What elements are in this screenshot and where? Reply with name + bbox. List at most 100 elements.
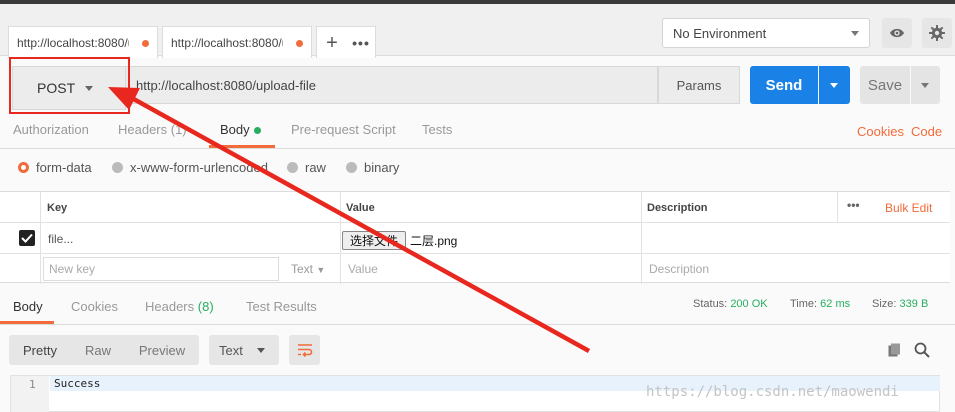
radio-unselected-icon: [346, 162, 357, 173]
value-column-header: Value: [346, 202, 375, 214]
size-value: 339 B: [899, 298, 929, 310]
radio-unselected-icon: [112, 162, 123, 173]
status-value: 200 OK: [730, 298, 768, 310]
environment-select-value: No Environment: [673, 25, 767, 41]
code-link[interactable]: Code: [911, 124, 942, 139]
search-icon[interactable]: [914, 342, 930, 361]
new-description-input[interactable]: Description: [649, 262, 709, 276]
send-options-chevron-icon[interactable]: [819, 66, 850, 104]
format-select-value: Text: [219, 342, 243, 358]
time-value: 62 ms: [820, 298, 851, 310]
params-button[interactable]: Params: [658, 66, 740, 104]
bulk-edit-link[interactable]: Bulk Edit: [885, 201, 932, 215]
save-button[interactable]: Save: [860, 66, 910, 104]
unsaved-dot-icon: [142, 40, 149, 47]
annotation-highlight-box: [9, 57, 130, 114]
body-indicator-dot-icon: [253, 127, 261, 135]
environment-select[interactable]: No Environment: [662, 18, 870, 48]
new-tab-plus-icon[interactable]: +: [317, 28, 347, 58]
radio-label: raw: [305, 160, 326, 175]
environment-quick-look-button[interactable]: [882, 18, 912, 48]
request-tab-label: http://localhost:8080/upload-file: [17, 35, 129, 50]
checkmark-icon: [21, 233, 33, 243]
chevron-down-icon: [257, 348, 265, 353]
eye-icon: [890, 28, 904, 38]
choose-file-button[interactable]: 选择文件: [342, 231, 406, 250]
radio-label: binary: [364, 160, 400, 175]
tabs-row: http://localhost:8080/upload-file http:/…: [0, 4, 955, 58]
response-body-text: Success: [54, 377, 101, 390]
chevron-down-icon: ▼: [316, 265, 326, 275]
time-info: Time: 62 ms: [790, 298, 850, 310]
tab-headers[interactable]: Headers (1): [118, 122, 187, 137]
send-button[interactable]: Send: [750, 66, 818, 104]
radio-label: form-data: [36, 160, 92, 175]
response-tab-headers[interactable]: Headers (8): [145, 299, 214, 314]
radio-binary[interactable]: binary: [346, 160, 399, 175]
wrap-lines-button[interactable]: [289, 335, 320, 365]
request-tab-label: http://localhost:8080/upload-file: [171, 35, 283, 50]
time-label: Time:: [790, 298, 818, 310]
search-icon-svg: [914, 342, 930, 358]
format-select[interactable]: Text: [209, 335, 279, 365]
status-info: Status: 200 OK: [693, 298, 768, 310]
radio-unselected-icon: [287, 162, 298, 173]
view-preview-button[interactable]: Preview: [125, 335, 199, 365]
watermark: https://blog.csdn.net/maowendi: [646, 384, 899, 400]
copy-icon[interactable]: [888, 343, 902, 360]
tab-authorization[interactable]: Authorization: [13, 122, 89, 137]
row-divider: [0, 253, 950, 254]
response-tab-headers-label: Headers: [145, 299, 195, 314]
column-divider: [40, 192, 41, 284]
size-info: Size: 339 B: [872, 298, 928, 310]
row-key-value[interactable]: file...: [48, 232, 73, 246]
copy-icon-svg: [888, 343, 900, 357]
line-number: 1: [29, 378, 36, 391]
radio-raw[interactable]: raw: [287, 160, 326, 175]
size-label: Size:: [872, 298, 897, 310]
radio-label: x-www-form-urlencoded: [130, 160, 268, 175]
new-key-input[interactable]: New key: [43, 257, 279, 281]
more-tabs-icon[interactable]: •••: [347, 35, 375, 51]
tab-actions: + •••: [316, 26, 376, 58]
tab-pre-request-script[interactable]: Pre-request Script: [291, 122, 396, 137]
radio-x-www-form-urlencoded[interactable]: x-www-form-urlencoded: [112, 160, 268, 175]
url-input[interactable]: http://localhost:8080/upload-file: [126, 66, 658, 104]
tab-tests[interactable]: Tests: [422, 122, 452, 137]
response-tab-test-results[interactable]: Test Results: [246, 299, 317, 314]
row-divider: [0, 222, 950, 223]
type-select-value: Text: [291, 262, 314, 276]
divider: [0, 148, 955, 149]
column-divider: [837, 192, 838, 222]
chevron-down-icon: [851, 31, 859, 36]
wrap-lines-icon: [297, 344, 312, 357]
url-value: http://localhost:8080/upload-file: [136, 77, 316, 93]
settings-button[interactable]: [922, 18, 952, 48]
request-tab-1[interactable]: http://localhost:8080/upload-file: [8, 26, 158, 58]
key-column-header: Key: [47, 202, 68, 214]
selected-file-name: 二层.png: [410, 234, 458, 248]
gear-icon: [929, 25, 945, 41]
radio-form-data[interactable]: form-data: [18, 160, 92, 175]
response-tab-body[interactable]: Body: [13, 299, 43, 314]
type-select[interactable]: Text ▼: [291, 262, 325, 276]
divider: [0, 324, 955, 325]
tab-body-label: Body: [220, 122, 250, 137]
view-raw-button[interactable]: Raw: [71, 335, 125, 365]
view-pretty-button[interactable]: Pretty: [9, 335, 71, 365]
status-label: Status:: [693, 298, 728, 310]
save-options-chevron-icon[interactable]: [911, 66, 940, 104]
column-divider: [340, 192, 341, 284]
response-tab-cookies[interactable]: Cookies: [71, 299, 118, 314]
cookies-link[interactable]: Cookies: [857, 124, 904, 139]
more-options-icon[interactable]: •••: [847, 198, 860, 212]
tab-body[interactable]: Body: [220, 122, 261, 137]
response-headers-count: (8): [197, 299, 214, 314]
column-divider: [641, 192, 642, 284]
request-tab-2[interactable]: http://localhost:8080/upload-file: [162, 26, 312, 58]
description-column-header: Description: [647, 202, 708, 214]
unsaved-dot-icon: [296, 40, 303, 47]
new-value-input[interactable]: Value: [348, 262, 378, 276]
row-enabled-checkbox[interactable]: [19, 230, 35, 246]
radio-selected-icon: [18, 162, 29, 173]
